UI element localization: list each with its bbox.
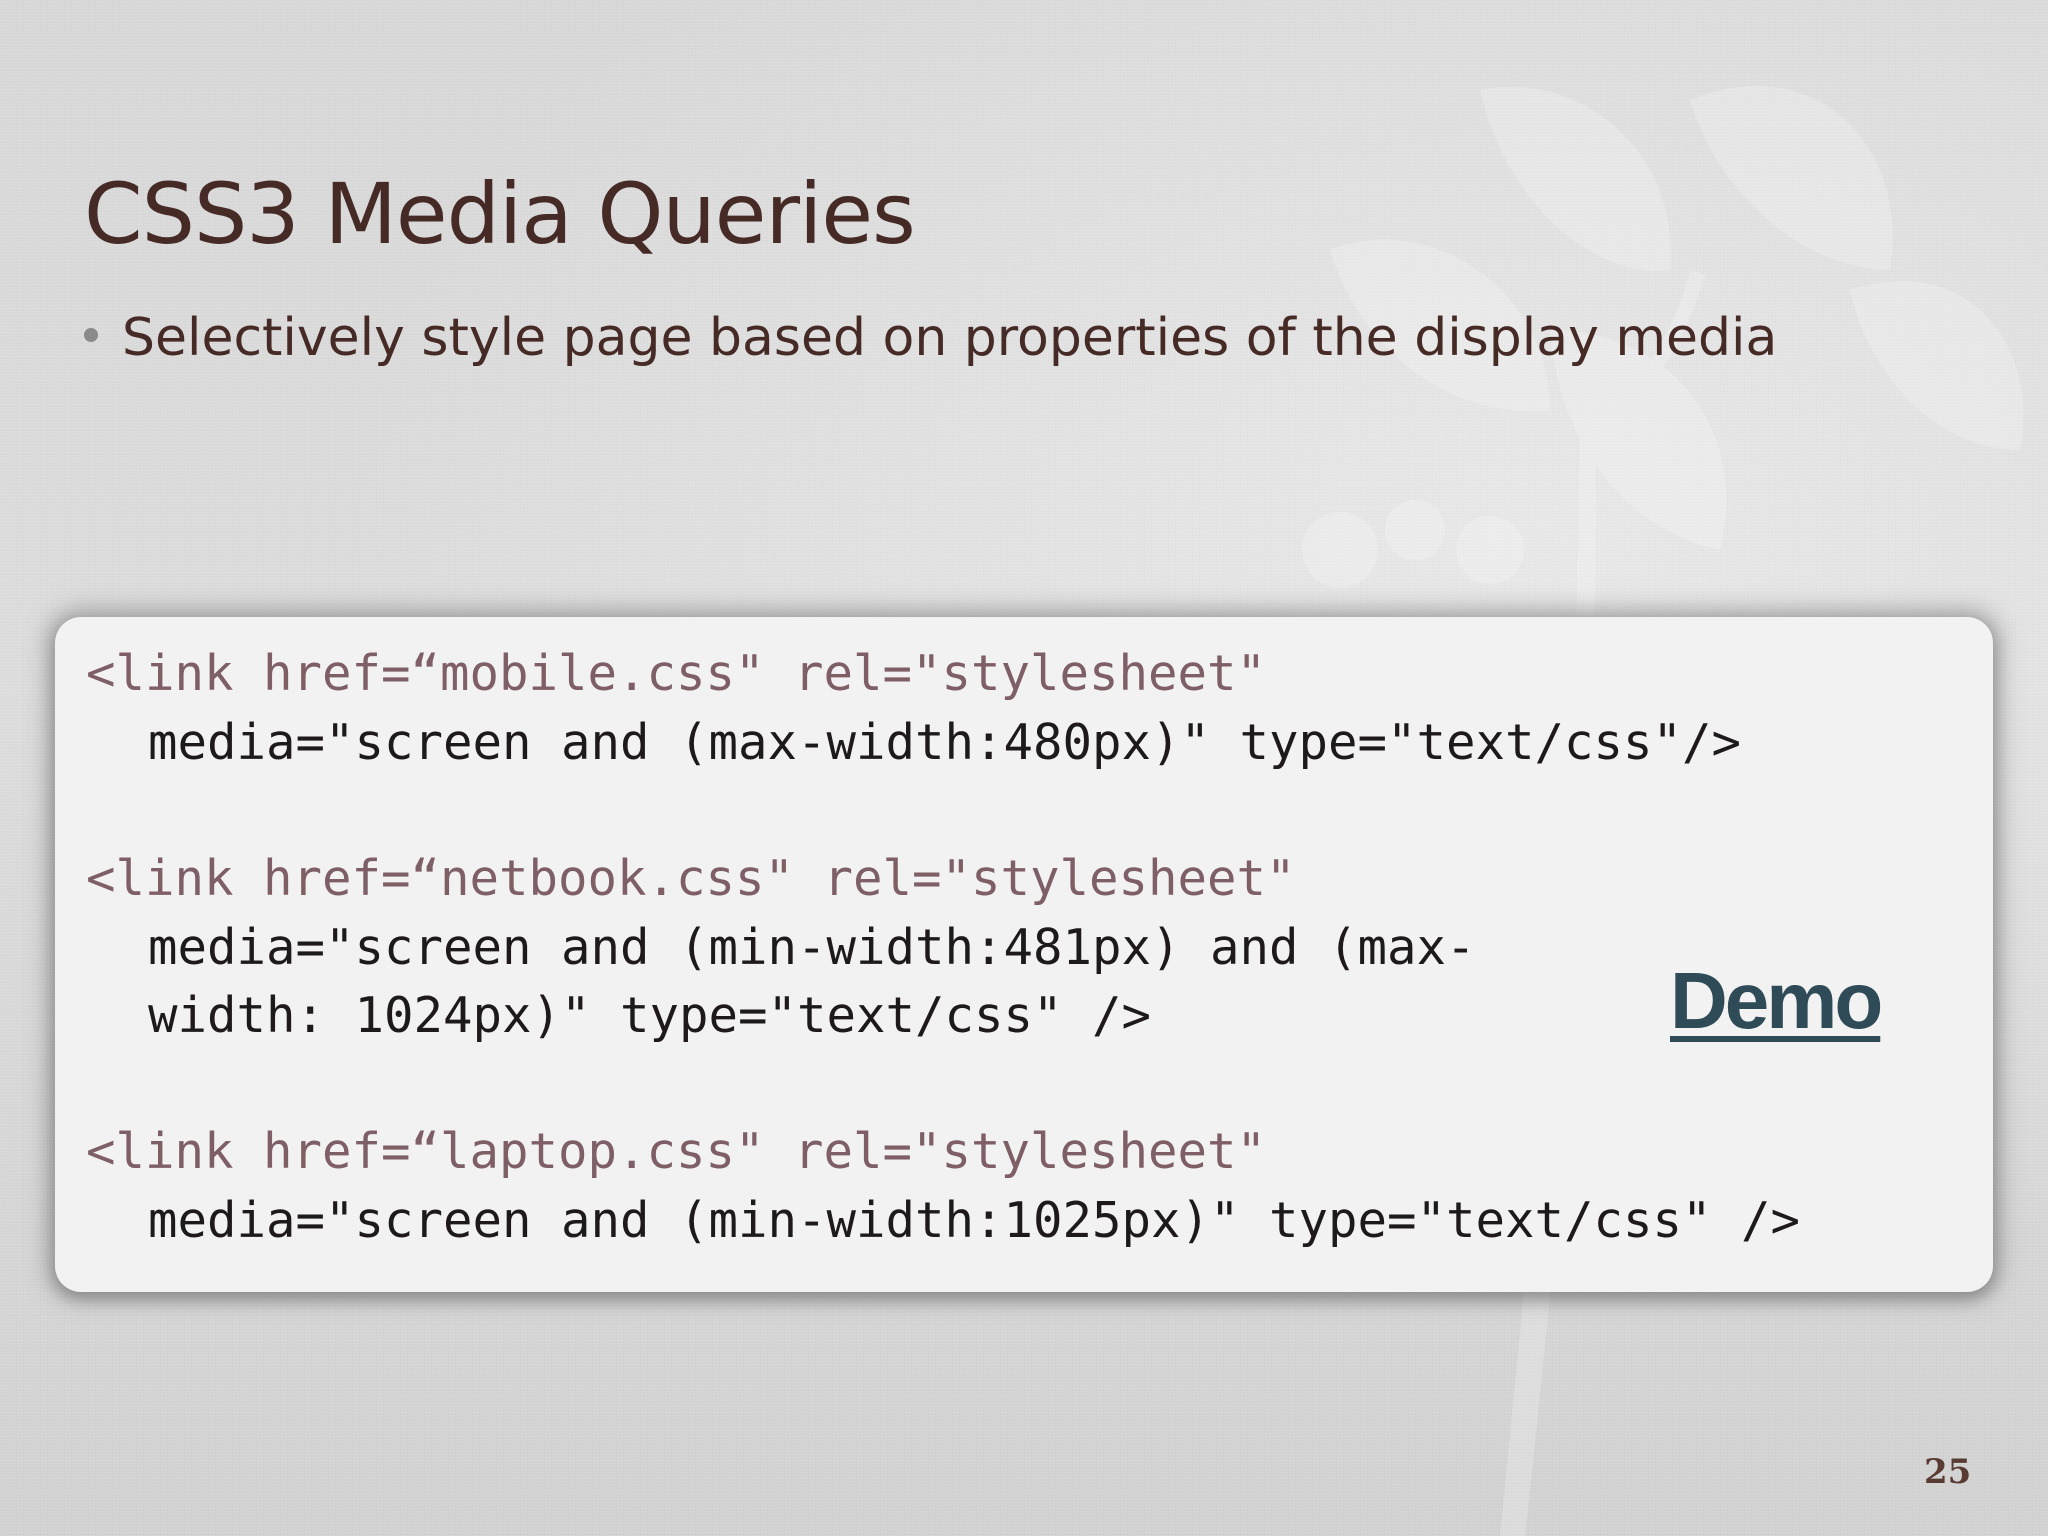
code-line-laptop-media: media="screen and (min-width:1025px)" ty… xyxy=(148,1192,1801,1249)
bullet-item: Selectively style page based on properti… xyxy=(84,308,1777,368)
code-line-laptop-tag: <link href=“laptop.css" rel="stylesheet" xyxy=(86,1123,1267,1180)
code-line-mobile-tag: <link href=“mobile.css" rel="stylesheet" xyxy=(86,645,1267,702)
demo-link[interactable]: Demo xyxy=(1670,955,1883,1047)
bullet-dot-icon xyxy=(84,328,98,342)
code-line-netbook-media-2: width: 1024px)" type="text/css" /> xyxy=(148,987,1152,1044)
code-line-netbook-media-1: media="screen and (min-width:481px) and … xyxy=(148,919,1476,976)
bullet-text: Selectively style page based on properti… xyxy=(122,308,1778,368)
page-number: 25 xyxy=(1924,1452,1972,1492)
code-line-mobile-media: media="screen and (max-width:480px)" typ… xyxy=(148,714,1742,771)
slide-title: CSS3 Media Queries xyxy=(84,165,916,263)
slide: CSS3 Media Queries Selectively style pag… xyxy=(0,0,2048,1536)
code-line-netbook-tag: <link href=“netbook.css" rel="stylesheet… xyxy=(86,850,1296,907)
